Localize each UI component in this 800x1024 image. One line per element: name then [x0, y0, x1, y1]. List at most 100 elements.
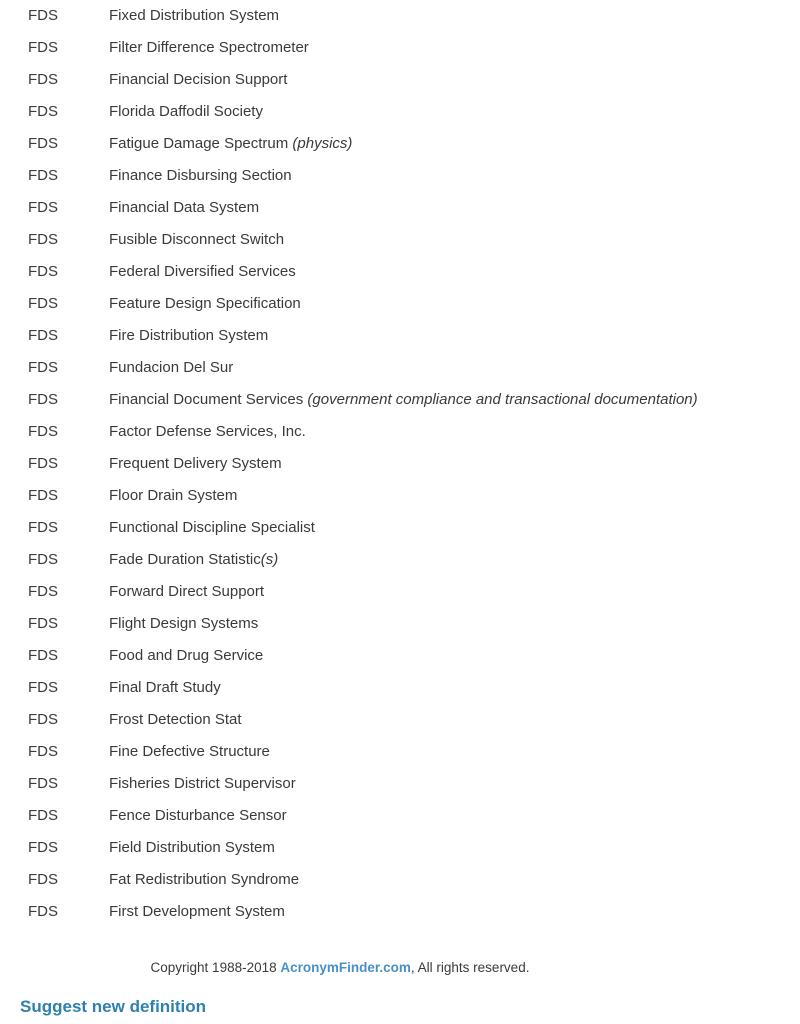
acronym-abbreviation: FDS	[28, 839, 58, 856]
definition-row: FDS First Development System	[0, 896, 800, 928]
acronym-abbreviation: FDS	[28, 743, 58, 760]
definition-row: FDS Florida Daffodil Society	[0, 96, 800, 128]
acronym-meaning: Frequent Delivery System	[109, 448, 800, 480]
acronym-meaning: Forward Direct Support	[109, 576, 800, 608]
definition-row: FDS Factor Defense Services, Inc.	[0, 416, 800, 448]
acronym-abbreviation: FDS	[28, 103, 58, 120]
acronym-meaning-text: Frequent Delivery System	[109, 455, 282, 472]
acronym-meaning-text: Filter Difference Spectrometer	[109, 39, 309, 56]
definition-row: FDS Fixed Distribution System	[0, 0, 800, 32]
definition-row: FDS Frequent Delivery System	[0, 448, 800, 480]
acronym-abbreviation: FDS	[28, 775, 58, 792]
definition-row: FDS Fusible Disconnect Switch	[0, 224, 800, 256]
acronym-meaning-text: Flight Design Systems	[109, 615, 259, 632]
acronym-abbreviation: FDS	[28, 199, 58, 216]
acronym-meaning: Fatigue Damage Spectrum (physics)	[109, 128, 800, 160]
acronym-abbreviation: FDS	[28, 295, 58, 312]
acronym-meaning: Financial Document Services (government …	[109, 384, 800, 416]
definition-row: FDS Fat Redistribution Syndrome	[0, 864, 800, 896]
definition-row: FDS Field Distribution System	[0, 832, 800, 864]
definition-row: FDS Flight Design Systems	[0, 608, 800, 640]
acronym-meaning-text: Fixed Distribution System	[109, 7, 280, 24]
acronym-meaning-text: Fade Duration Statistic	[109, 551, 261, 568]
acronym-meaning: Fat Redistribution Syndrome	[109, 864, 800, 896]
acronym-abbreviation: FDS	[28, 903, 58, 920]
acronym-abbreviation: FDS	[28, 647, 58, 664]
copyright-suffix-text: , All rights reserved.	[410, 960, 530, 975]
acronym-meaning: Fade Duration Statistic(s)	[109, 544, 800, 576]
acronym-meaning-text: Final Draft Study	[109, 679, 221, 696]
definition-row: FDS Food and Drug Service	[0, 640, 800, 672]
acronym-meaning: First Development System	[109, 896, 800, 928]
acronym-meaning-text: Financial Document Services	[109, 391, 308, 408]
definition-row: FDS Forward Direct Support	[0, 576, 800, 608]
acronym-meaning-text: Feature Design Specification	[109, 295, 301, 312]
definition-row: FDS Fundacion Del Sur	[0, 352, 800, 384]
definition-row: FDS Filter Difference Spectrometer	[0, 32, 800, 64]
acronym-meaning: Florida Daffodil Society	[109, 96, 800, 128]
acronym-abbreviation: FDS	[28, 679, 58, 696]
acronym-meaning-note: (government compliance and transactional…	[307, 391, 698, 408]
acronym-meaning-text: Food and Drug Service	[109, 647, 264, 664]
acronym-meaning: Fusible Disconnect Switch	[109, 224, 800, 256]
acronym-meaning-text: Forward Direct Support	[109, 583, 265, 600]
acronym-meaning: Final Draft Study	[109, 672, 800, 704]
definition-row: FDS Feature Design Specification	[0, 288, 800, 320]
acronym-abbreviation: FDS	[28, 871, 58, 888]
acronym-meaning-text: First Development System	[109, 903, 285, 920]
acronym-abbreviation: FDS	[28, 711, 58, 728]
acronym-abbreviation: FDS	[28, 519, 58, 536]
definition-row: FDS Frost Detection Stat	[0, 704, 800, 736]
acronym-meaning-text: Fundacion Del Sur	[109, 359, 234, 376]
acronym-meaning: Financial Data System	[109, 192, 800, 224]
acronym-abbreviation: FDS	[28, 167, 58, 184]
definition-row: FDS Final Draft Study	[0, 672, 800, 704]
acronym-meaning: Factor Defense Services, Inc.	[109, 416, 800, 448]
acronymfinder-link[interactable]: AcronymFinder.com	[280, 960, 411, 975]
acronym-meaning-text: Fence Disturbance Sensor	[109, 807, 287, 824]
acronym-abbreviation: FDS	[28, 807, 58, 824]
acronym-abbreviation: FDS	[28, 39, 58, 56]
acronym-meaning: Frost Detection Stat	[109, 704, 800, 736]
definition-row: FDS Finance Disbursing Section	[0, 160, 800, 192]
acronym-meaning: Finance Disbursing Section	[109, 160, 800, 192]
acronym-abbreviation: FDS	[28, 455, 58, 472]
acronym-abbreviation: FDS	[28, 231, 58, 248]
acronym-meaning: Flight Design Systems	[109, 608, 800, 640]
suggest-new-definition-link[interactable]: Suggest new definition	[0, 995, 800, 1019]
acronym-meaning-text: Fusible Disconnect Switch	[109, 231, 285, 248]
definition-row: FDS Financial Data System	[0, 192, 800, 224]
acronym-abbreviation: FDS	[28, 359, 58, 376]
definition-row: FDS Fence Disturbance Sensor	[0, 800, 800, 832]
acronym-meaning: Fixed Distribution System	[109, 0, 800, 32]
definition-row: FDS Floor Drain System	[0, 480, 800, 512]
definition-row: FDS Fire Distribution System	[0, 320, 800, 352]
acronym-meaning: Fisheries District Supervisor	[109, 768, 800, 800]
acronym-abbreviation: FDS	[28, 7, 58, 24]
definition-row: FDS Fatigue Damage Spectrum (physics)	[0, 128, 800, 160]
acronym-meaning: Food and Drug Service	[109, 640, 800, 672]
acronym-meaning: Fire Distribution System	[109, 320, 800, 352]
acronym-meaning: Field Distribution System	[109, 832, 800, 864]
definition-row: FDS Financial Decision Support	[0, 64, 800, 96]
copyright-notice: Copyright 1988-2018 AcronymFinder.com, A…	[0, 958, 800, 978]
acronym-meaning-text: Frost Detection Stat	[109, 711, 242, 728]
acronym-meaning-text: Functional Discipline Specialist	[109, 519, 315, 536]
definition-row: FDS Fine Defective Structure	[0, 736, 800, 768]
acronym-meaning: Federal Diversified Services	[109, 256, 800, 288]
acronym-abbreviation: FDS	[28, 551, 58, 568]
acronym-definition-list: FDS Fixed Distribution System FDS Filter Di…	[0, 0, 800, 928]
definition-row: FDS Federal Diversified Services	[0, 256, 800, 288]
acronym-meaning-text: Fisheries District Supervisor	[109, 775, 296, 792]
acronym-meaning: Financial Decision Support	[109, 64, 800, 96]
acronym-meaning-text: Financial Data System	[109, 199, 260, 216]
acronym-meaning-text: Federal Diversified Services	[109, 263, 296, 280]
acronym-abbreviation: FDS	[28, 615, 58, 632]
acronym-meaning: Fence Disturbance Sensor	[109, 800, 800, 832]
acronym-meaning-text: Fatigue Damage Spectrum	[109, 135, 293, 152]
acronym-meaning: Feature Design Specification	[109, 288, 800, 320]
acronym-meaning-text: Finance Disbursing Section	[109, 167, 292, 184]
definition-row: FDS Fade Duration Statistic(s)	[0, 544, 800, 576]
acronym-meaning-text: Fire Distribution System	[109, 327, 269, 344]
acronym-meaning-text: Financial Decision Support	[109, 71, 288, 88]
